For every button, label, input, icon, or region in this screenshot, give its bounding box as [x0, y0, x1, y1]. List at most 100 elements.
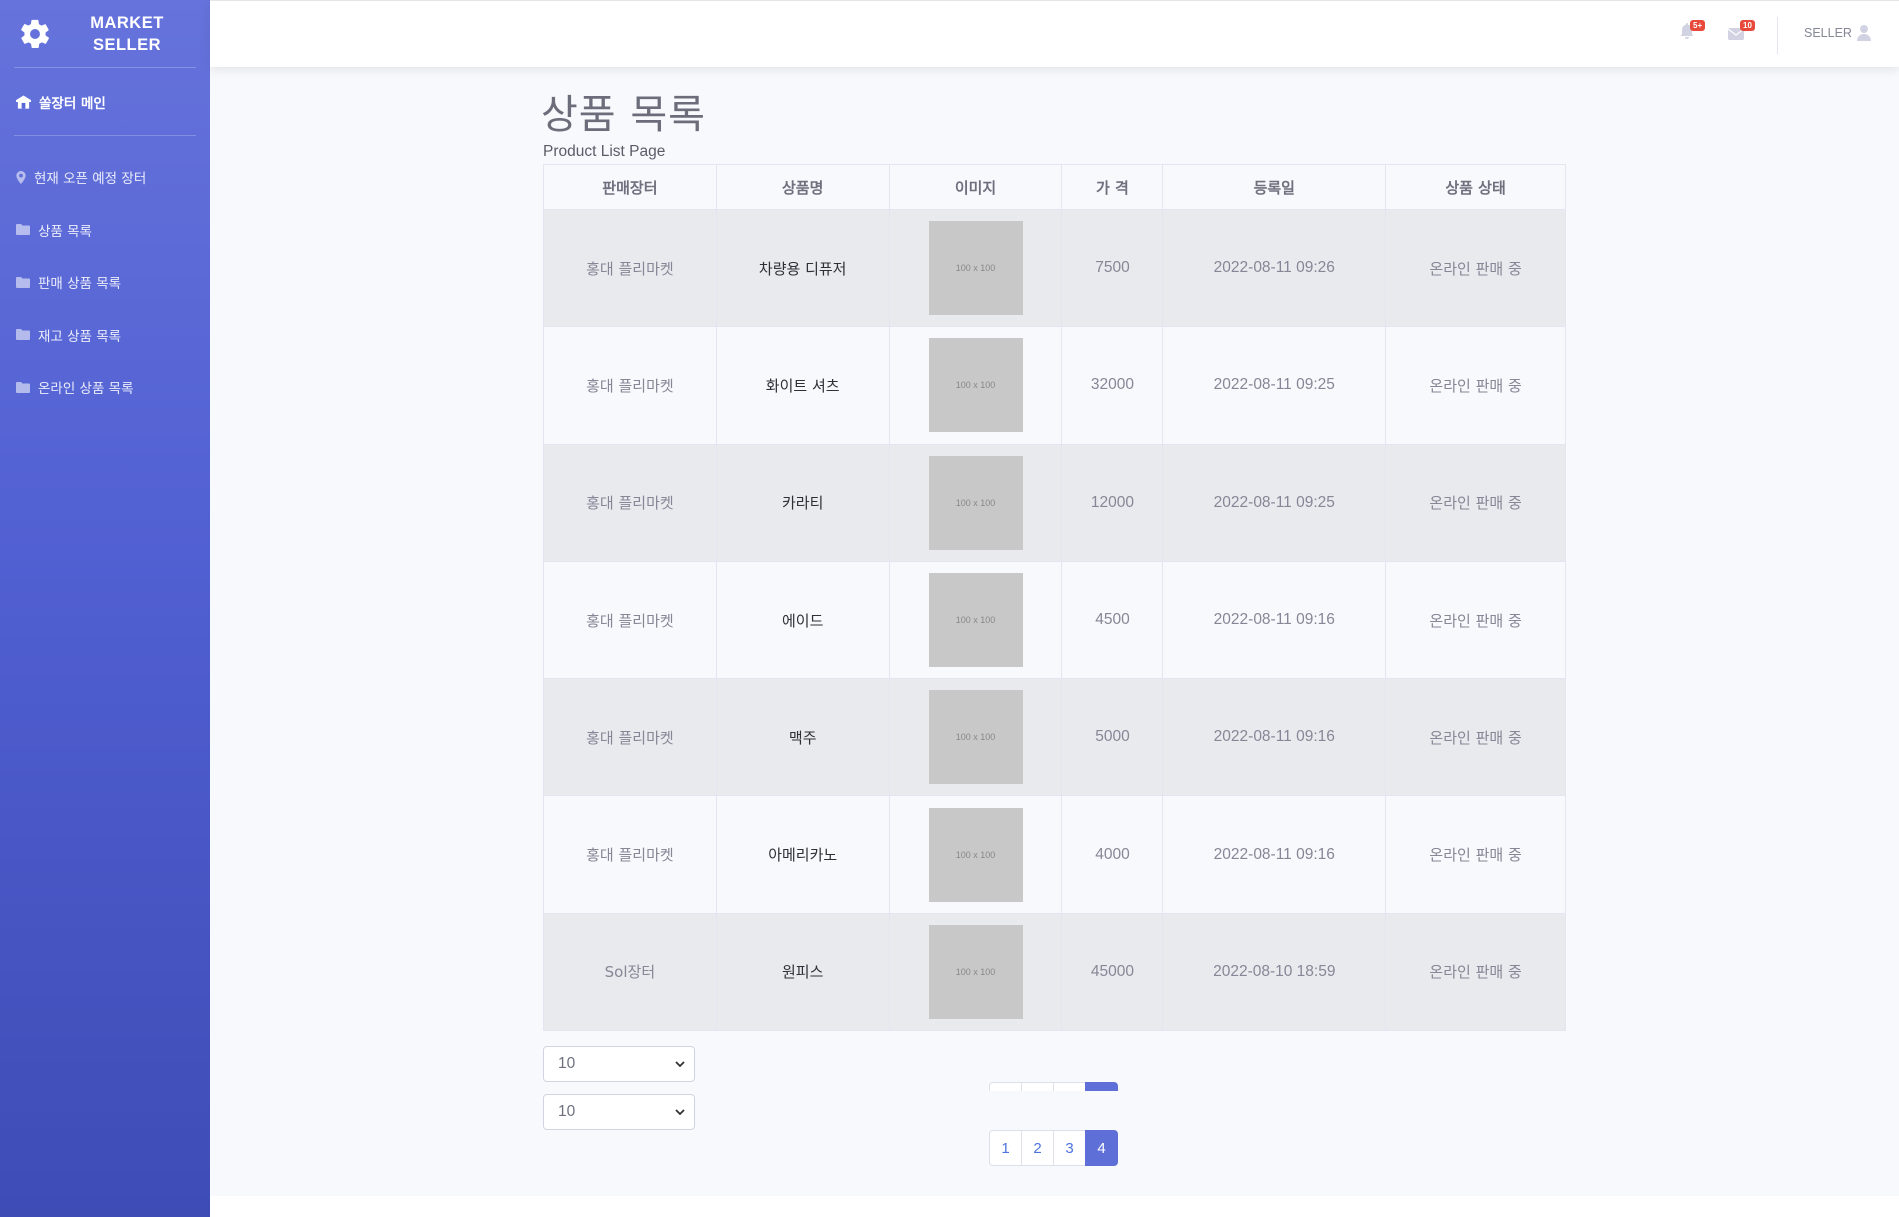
- cell-market: 홍대 플리마켓: [543, 678, 717, 797]
- page-link-4-active[interactable]: 4: [1085, 1130, 1118, 1166]
- product-image-placeholder[interactable]: 100 x 100: [928, 455, 1023, 550]
- sidebar-item-sale-products[interactable]: 판매 상품 목록: [0, 256, 210, 309]
- cell-image: 100 x 100: [888, 795, 1063, 914]
- footer-strip: [210, 1196, 1899, 1217]
- cell-market: 홍대 플리마켓: [543, 326, 717, 445]
- cell-price: 4000: [1061, 795, 1164, 914]
- cell-price: 45000: [1061, 912, 1164, 1032]
- page-link[interactable]: [1021, 1082, 1054, 1091]
- cell-market: 홍대 플리마켓: [543, 795, 717, 914]
- sidebar-item-label: 온라인 상품 목록: [38, 381, 134, 398]
- chevron-down-icon: [675, 1109, 685, 1116]
- cell-status: 온라인 판매 중: [1385, 326, 1566, 445]
- page-link-1[interactable]: 1: [989, 1130, 1022, 1166]
- cell-price: 7500: [1061, 208, 1164, 328]
- column-header-price[interactable]: 가 격: [1061, 164, 1164, 210]
- page-link[interactable]: [989, 1082, 1022, 1091]
- cell-image: 100 x 100: [888, 678, 1063, 797]
- cell-price: 4500: [1061, 560, 1164, 680]
- page-link-3[interactable]: 3: [1053, 1130, 1086, 1166]
- cell-date: 2022-08-11 09:16: [1162, 678, 1387, 797]
- cell-status: 온라인 판매 중: [1385, 560, 1566, 680]
- product-image-placeholder[interactable]: 100 x 100: [928, 690, 1023, 785]
- cell-product-name[interactable]: 화이트 셔츠: [715, 326, 890, 445]
- page-size-value: 10: [558, 1103, 576, 1120]
- cell-image: 100 x 100: [888, 912, 1063, 1032]
- table-row[interactable]: 홍대 플리마켓 맥주 100 x 100 5000 2022-08-11 09:…: [543, 678, 1566, 797]
- product-image-placeholder[interactable]: 100 x 100: [928, 924, 1023, 1019]
- cell-market: 홍대 플리마켓: [543, 443, 717, 562]
- page-link-2[interactable]: 2: [1021, 1130, 1054, 1166]
- folder-icon: [16, 276, 30, 288]
- cell-status: 온라인 판매 중: [1385, 678, 1566, 797]
- topbar: 5+ 10 SELLER: [210, 0, 1899, 67]
- page-size-select[interactable]: 10: [543, 1046, 695, 1082]
- cell-date: 2022-08-10 18:59: [1162, 912, 1387, 1032]
- cell-image: 100 x 100: [888, 443, 1063, 562]
- cell-date: 2022-08-11 09:16: [1162, 560, 1387, 680]
- folder-icon: [16, 381, 30, 393]
- cell-image: 100 x 100: [888, 326, 1063, 445]
- cell-product-name[interactable]: 아메리카노: [715, 795, 890, 914]
- product-image-placeholder[interactable]: 100 x 100: [928, 221, 1023, 316]
- messages-button[interactable]: 10: [1727, 20, 1755, 44]
- map-marker-icon: [16, 170, 26, 184]
- column-header-market[interactable]: 판매장터: [543, 164, 717, 210]
- cell-product-name[interactable]: 원피스: [715, 912, 890, 1032]
- sidebar: MARKET SELLER 쏠장터 메인 현재 오픈 예정 장터 상품 목록 판…: [0, 0, 210, 1217]
- cell-date: 2022-08-11 09:25: [1162, 443, 1387, 562]
- sidebar-item-label: 현재 오픈 예정 장터: [34, 171, 147, 188]
- cell-image: 100 x 100: [888, 560, 1063, 680]
- cell-image: 100 x 100: [888, 208, 1063, 328]
- gear-icon: [21, 19, 49, 48]
- cell-product-name[interactable]: 맥주: [715, 678, 890, 797]
- sidebar-item-open-markets[interactable]: 현재 오픈 예정 장터: [0, 151, 210, 204]
- product-image-placeholder[interactable]: 100 x 100: [928, 338, 1023, 433]
- product-image-placeholder[interactable]: 100 x 100: [928, 807, 1023, 902]
- user-name[interactable]: SELLER: [1804, 26, 1852, 40]
- column-header-status[interactable]: 상품 상태: [1385, 164, 1566, 210]
- cell-market: Sol장터: [543, 912, 717, 1032]
- cell-product-name[interactable]: 카라티: [715, 443, 890, 562]
- column-header-image[interactable]: 이미지: [888, 164, 1063, 210]
- cell-status: 온라인 판매 중: [1385, 912, 1566, 1032]
- sidebar-item-stock-products[interactable]: 재고 상품 목록: [0, 309, 210, 362]
- table-row[interactable]: 홍대 플리마켓 화이트 셔츠 100 x 100 32000 2022-08-1…: [543, 326, 1566, 445]
- pagination-duplicate: [989, 1082, 1118, 1091]
- sidebar-item-products[interactable]: 상품 목록: [0, 204, 210, 257]
- table-row[interactable]: Sol장터 원피스 100 x 100 45000 2022-08-10 18:…: [543, 912, 1566, 1032]
- sidebar-nav: 현재 오픈 예정 장터 상품 목록 판매 상품 목록 재고 상품 목록 온라인 …: [0, 136, 210, 414]
- table-row[interactable]: 홍대 플리마켓 차량용 디퓨저 100 x 100 7500 2022-08-1…: [543, 208, 1566, 328]
- alerts-badge: 5+: [1690, 20, 1706, 31]
- table-row[interactable]: 홍대 플리마켓 아메리카노 100 x 100 4000 2022-08-11 …: [543, 795, 1566, 914]
- user-avatar-icon[interactable]: [1857, 25, 1871, 41]
- brand-line-2: SELLER: [92, 35, 162, 54]
- table-row[interactable]: 홍대 플리마켓 에이드 100 x 100 4500 2022-08-11 09…: [543, 560, 1566, 680]
- page-link-active[interactable]: [1085, 1082, 1118, 1091]
- folder-icon: [16, 329, 30, 341]
- cell-status: 온라인 판매 중: [1385, 795, 1566, 914]
- sidebar-item-main-label: 쏠장터 메인: [39, 95, 106, 112]
- sidebar-item-main[interactable]: 쏠장터 메인: [0, 68, 210, 135]
- column-header-date[interactable]: 등록일: [1162, 164, 1387, 210]
- alerts-button[interactable]: 5+: [1680, 20, 1706, 43]
- brand-name: MARKET SELLER: [72, 12, 182, 56]
- sidebar-brand[interactable]: MARKET SELLER: [0, 0, 210, 67]
- cell-product-name[interactable]: 차량용 디퓨저: [715, 208, 890, 328]
- cell-date: 2022-08-11 09:16: [1162, 795, 1387, 914]
- product-table: 판매장터 상품명 이미지 가 격 등록일 상품 상태 홍대 플리마켓 차량용 디…: [543, 164, 1566, 1032]
- page-link[interactable]: [1053, 1082, 1086, 1091]
- cell-price: 5000: [1061, 678, 1164, 797]
- cell-product-name[interactable]: 에이드: [715, 560, 890, 680]
- sidebar-item-online-products[interactable]: 온라인 상품 목록: [0, 361, 210, 414]
- page-size-select[interactable]: 10: [543, 1094, 695, 1130]
- table-row[interactable]: 홍대 플리마켓 카라티 100 x 100 12000 2022-08-11 0…: [543, 443, 1566, 562]
- cell-status: 온라인 판매 중: [1385, 443, 1566, 562]
- column-header-name[interactable]: 상품명: [715, 164, 890, 210]
- page-title: 상품 목록: [541, 92, 706, 138]
- product-image-placeholder[interactable]: 100 x 100: [928, 573, 1023, 668]
- cell-date: 2022-08-11 09:26: [1162, 208, 1387, 328]
- cell-status: 온라인 판매 중: [1385, 208, 1566, 328]
- page-size-value: 10: [558, 1055, 576, 1072]
- chevron-down-icon: [675, 1061, 685, 1068]
